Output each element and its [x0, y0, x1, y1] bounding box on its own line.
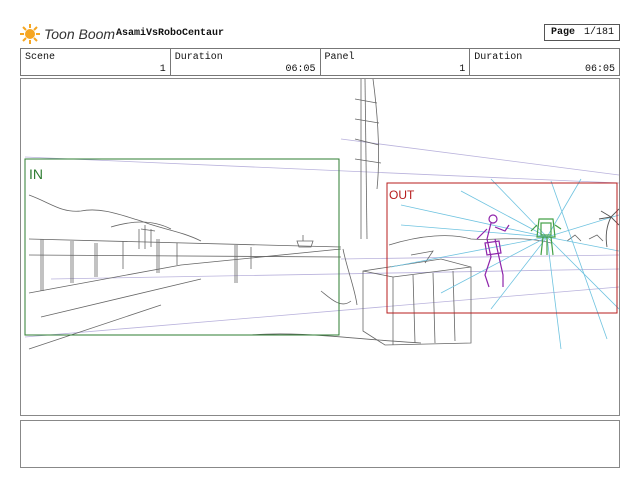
sketch-drawing: IN OUT — [24, 79, 619, 350]
panel-label: Panel — [324, 52, 355, 63]
panel-info-bar: Scene 1 Duration 06:05 Panel 1 Duration … — [20, 48, 620, 76]
sun-logo-icon — [20, 24, 40, 44]
scene-duration-cell: Duration 06:05 — [171, 49, 321, 75]
out-frame-label: OUT — [389, 188, 415, 202]
scene-value: 1 — [159, 64, 166, 75]
scene-duration-label: Duration — [174, 52, 223, 63]
out-frame — [386, 182, 618, 314]
panel-cell: Panel 1 — [321, 49, 471, 75]
storyboard-header: Toon Boom AsamiVsRoboCentaur Page 1/181 — [20, 22, 620, 46]
page-value: 1/181 — [583, 27, 614, 38]
in-frame — [24, 158, 340, 336]
brand-name: Toon Boom — [44, 26, 116, 42]
background-sketch — [28, 79, 472, 350]
panel-notes-area[interactable] — [20, 420, 620, 468]
panel-value: 1 — [459, 64, 466, 75]
project-title: AsamiVsRoboCentaur — [116, 28, 225, 39]
storyboard-panel-image[interactable]: IN OUT — [20, 78, 620, 416]
panel-duration-label: Duration — [474, 52, 523, 63]
scene-cell: Scene 1 — [21, 49, 171, 75]
perspective-guides — [24, 138, 619, 338]
scene-duration-value: 06:05 — [285, 64, 316, 75]
panel-duration-cell: Duration 06:05 — [470, 49, 619, 75]
asami-character — [476, 214, 510, 288]
page-label: Page — [551, 27, 576, 38]
robo-centaur — [530, 218, 562, 256]
toon-boom-logo: Toon Boom — [20, 24, 115, 44]
page-indicator: Page 1/181 — [544, 24, 620, 41]
out-perspective-lines — [390, 178, 619, 350]
scene-label: Scene — [25, 52, 56, 63]
palm-tree — [598, 208, 619, 248]
in-frame-label: IN — [29, 166, 43, 182]
panel-duration-value: 06:05 — [584, 64, 615, 75]
